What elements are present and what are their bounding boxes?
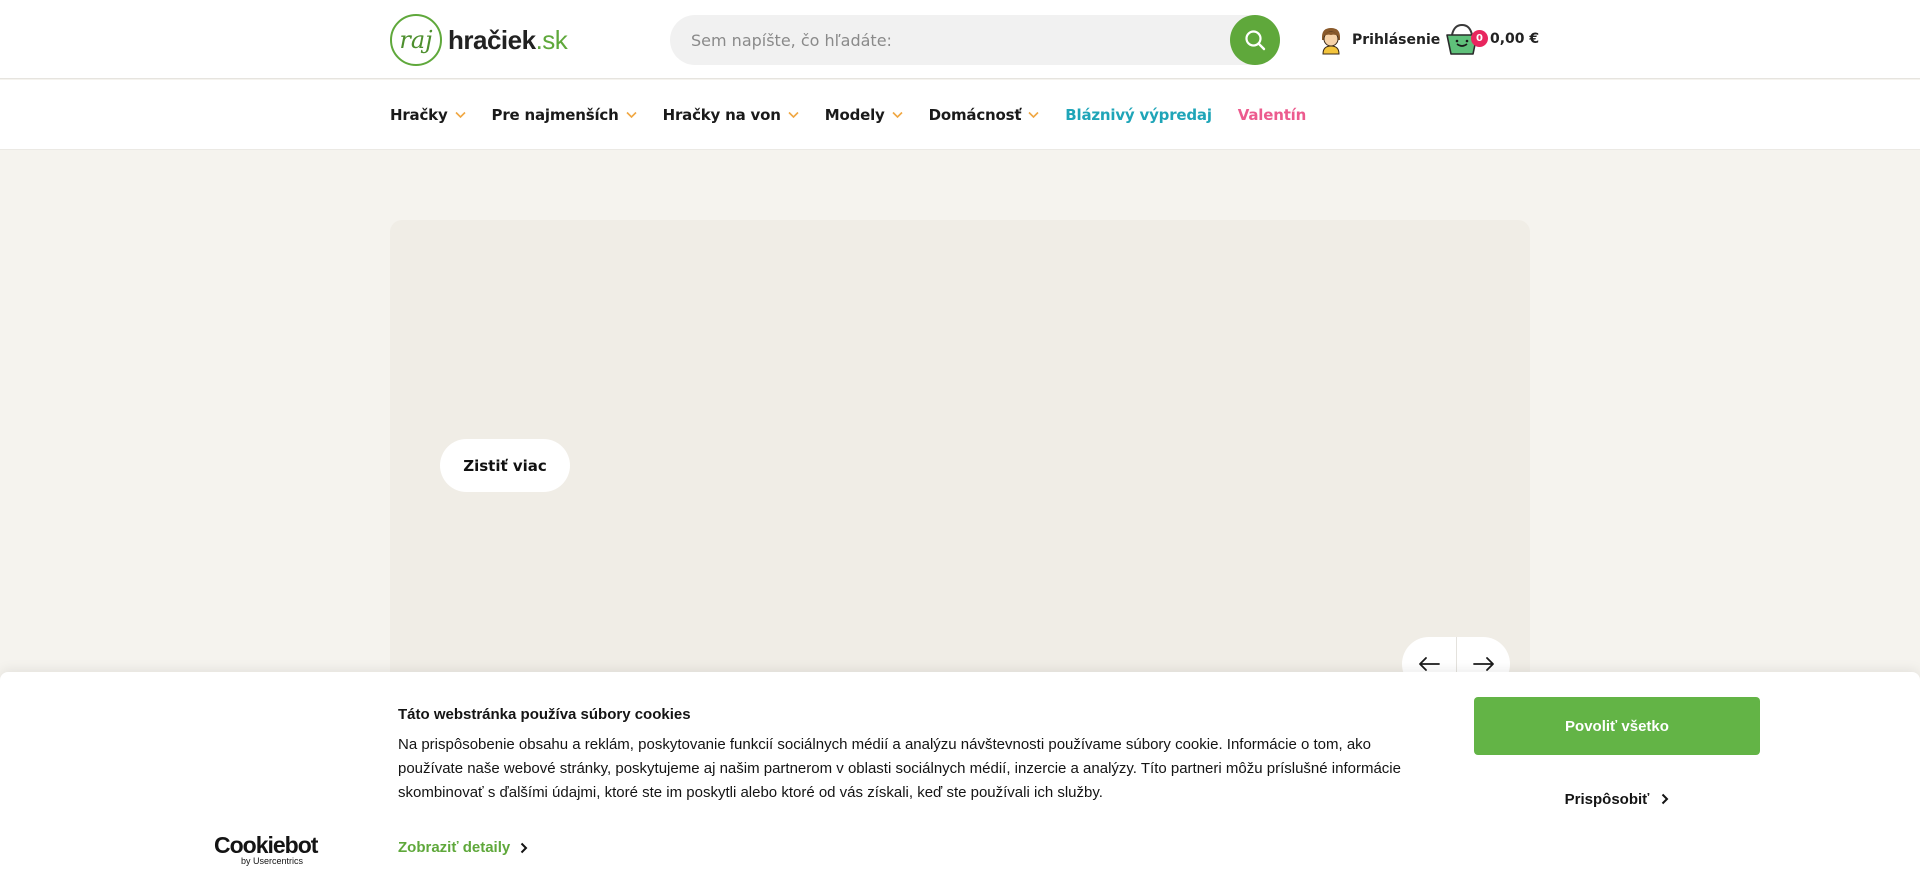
allow-all-button[interactable]: Povoliť všetko [1474, 697, 1760, 755]
logo-mark-text: raj [399, 26, 433, 54]
nav-item-pre-najmensich[interactable]: Pre najmenších [492, 106, 637, 124]
nav-item-modely[interactable]: Modely [825, 106, 903, 124]
nav-item-hracky-na-von[interactable]: Hračky na von [663, 106, 799, 124]
site-header: raj hračiek.sk Prihlásenie 0 0,00 [0, 0, 1920, 79]
nav-item-blaznivy-vypredaj[interactable]: Bláznivý výpredaj [1065, 106, 1212, 124]
arrow-right-icon [1472, 657, 1494, 671]
nav-items: Hračky Pre najmenších Hračky na von Mode… [390, 80, 1332, 150]
nav-item-label: Hračky na von [662, 106, 781, 124]
nav-item-label: Pre najmenších [491, 106, 619, 124]
cookie-consent-banner: Cookiebot by Usercentrics Táto webstránk… [0, 672, 1920, 888]
nav-item-label: Domácnosť [928, 106, 1022, 124]
chevron-right-icon [521, 842, 528, 853]
site-logo[interactable]: raj hračiek.sk [390, 12, 568, 68]
hero-slider: Zistiť viac [390, 220, 1530, 720]
login-label: Prihlásenie [1352, 32, 1441, 48]
chevron-down-icon [892, 111, 903, 119]
search-bar [670, 15, 1280, 65]
chevron-down-icon [788, 111, 799, 119]
chevron-right-icon [1662, 793, 1669, 805]
logo-mark: raj [390, 14, 442, 66]
chevron-down-icon [454, 111, 466, 119]
cookie-title: Táto webstránka používa súbory cookies [398, 706, 691, 723]
login-link[interactable]: Prihlásenie [1318, 24, 1440, 56]
nav-item-label: Bláznivý výpredaj [1065, 106, 1212, 124]
nav-item-hracky[interactable]: Hračky [390, 106, 466, 124]
search-button[interactable] [1230, 15, 1280, 65]
chevron-down-icon [1028, 111, 1039, 119]
customize-label: Prispôsobiť [1564, 790, 1650, 808]
user-avatar-icon [1322, 28, 1340, 55]
cart-count-badge: 0 [1471, 30, 1488, 47]
hero-cta-button[interactable]: Zistiť viac [440, 439, 570, 492]
nav-item-domacnost[interactable]: Domácnosť [929, 106, 1040, 124]
chevron-down-icon [626, 111, 637, 119]
show-details-link[interactable]: Zobraziť detaily [398, 839, 528, 856]
cookiebot-logo: Cookiebot by Usercentrics [214, 832, 318, 866]
cart-total: 0,00 € [1490, 31, 1540, 47]
search-input[interactable] [670, 15, 1230, 65]
logo-tld: .sk [535, 24, 568, 55]
cart-button[interactable]: 0 0,00 € [1446, 20, 1539, 58]
search-icon [1245, 30, 1266, 51]
nav-item-valentin[interactable]: Valentín [1238, 106, 1306, 124]
nav-item-label: Hračky [390, 106, 448, 124]
cookiebot-logo-name: Cookiebot [214, 832, 318, 858]
nav-item-label: Modely [824, 106, 885, 124]
logo-wordmark: hračiek.sk [448, 24, 568, 56]
logo-name: hračiek [448, 24, 536, 55]
show-details-label: Zobraziť detaily [398, 839, 511, 856]
main-navigation: Hračky Pre najmenších Hračky na von Mode… [0, 80, 1920, 150]
arrow-left-icon [1419, 657, 1440, 671]
cookie-description: Na prispôsobenie obsahu a reklám, poskyt… [398, 736, 1401, 801]
customize-button[interactable]: Prispôsobiť [1474, 782, 1760, 816]
nav-item-label: Valentín [1237, 106, 1307, 124]
